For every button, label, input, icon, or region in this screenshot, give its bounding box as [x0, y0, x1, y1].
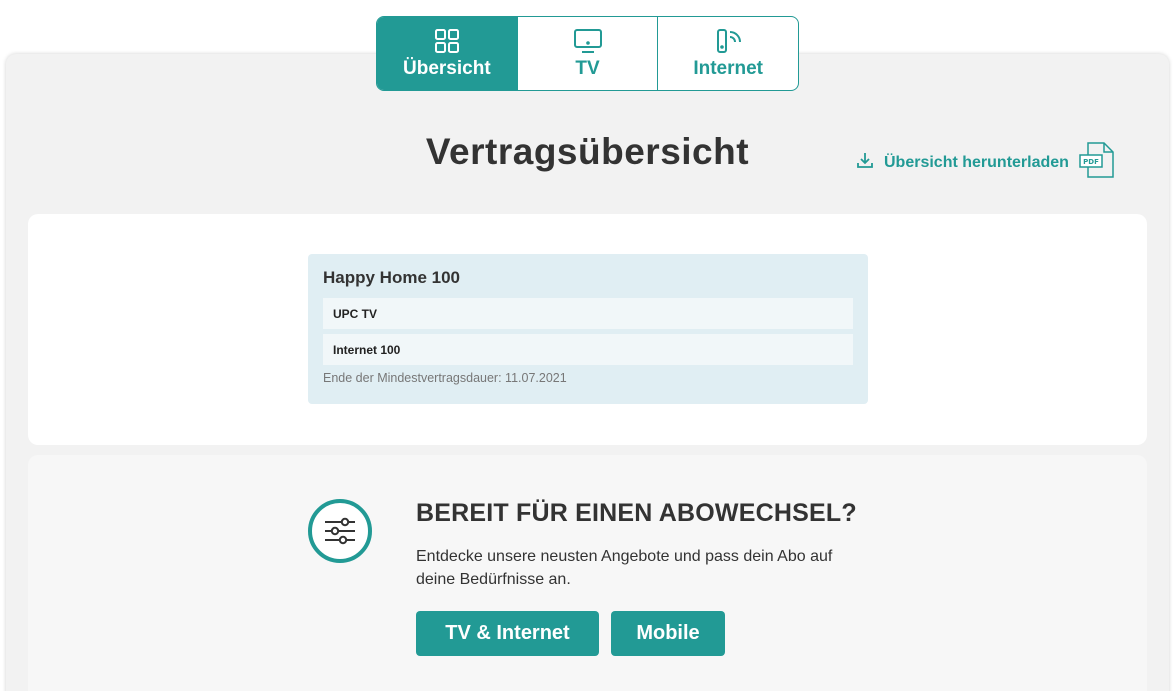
download-overview-link[interactable]: Übersicht herunterladen PDF: [855, 140, 1116, 185]
service-label: Internet 100: [333, 342, 401, 357]
contract-card: Happy Home 100 UPC TV Internet 100 Ende …: [28, 214, 1147, 445]
service-label: UPC TV: [333, 306, 378, 321]
settings-sliders-icon: [308, 499, 372, 563]
promo-card: BEREIT FÜR EINEN ABOWECHSEL? Entdecke un…: [28, 455, 1147, 691]
download-icon: [855, 150, 875, 175]
tv-icon: [573, 28, 603, 54]
pdf-file-icon: PDF: [1078, 140, 1116, 185]
contract-name: Happy Home 100: [323, 268, 460, 287]
tab-bar: Übersicht TV Internet: [376, 16, 799, 91]
tab-internet-label: Internet: [693, 57, 764, 79]
tab-overview[interactable]: Übersicht: [377, 17, 517, 90]
mobile-button[interactable]: Mobile: [611, 611, 725, 656]
tab-tv-label: TV: [575, 57, 600, 79]
tab-overview-label: Übersicht: [403, 57, 491, 79]
service-item: UPC TV: [323, 298, 853, 329]
contract-end-date: Ende der Mindestvertragsdauer: 11.07.202…: [323, 371, 567, 385]
router-icon: [713, 28, 743, 54]
tab-tv[interactable]: TV: [516, 17, 658, 90]
tab-internet[interactable]: Internet: [657, 17, 798, 90]
service-item: Internet 100: [323, 334, 853, 365]
promo-title: BEREIT FÜR EINEN ABOWECHSEL?: [416, 499, 857, 527]
promo-text: Entdecke unsere neusten Angebote und pas…: [416, 548, 833, 588]
grid-icon: [434, 28, 460, 54]
contract-box: Happy Home 100 UPC TV Internet 100 Ende …: [308, 254, 868, 404]
svg-text:PDF: PDF: [1083, 158, 1099, 166]
tv-internet-button[interactable]: TV & Internet: [416, 611, 599, 656]
download-label: Übersicht herunterladen: [884, 153, 1069, 171]
